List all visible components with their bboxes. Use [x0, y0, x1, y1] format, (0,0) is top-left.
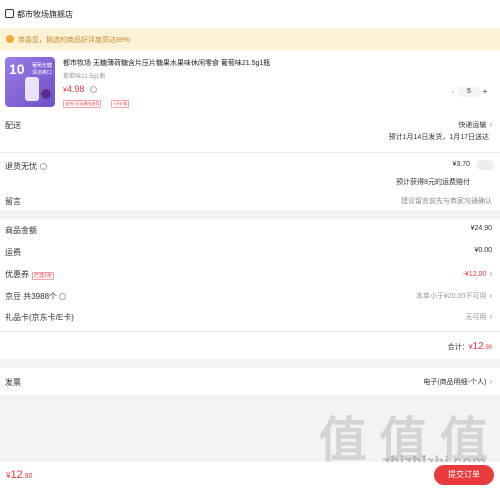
info-icon[interactable]	[59, 293, 67, 301]
product-spec: 葡萄味21.5g1瓶	[63, 74, 106, 80]
smile-icon	[6, 35, 14, 43]
total-row: 合计：¥12.90	[448, 341, 492, 352]
coupon-tag: 已选1张	[32, 272, 54, 280]
return-label: 退货无忧	[5, 161, 47, 172]
submit-order-button[interactable]: 提交订单	[434, 465, 494, 485]
shipping-value: ¥0.00	[474, 247, 492, 254]
total-dec: .90	[483, 345, 492, 351]
message-label: 留言	[5, 197, 21, 206]
total-label: 合计：	[447, 344, 469, 351]
chevron-right-icon: ›	[489, 377, 492, 386]
notice-bar: 恭喜您，挑选的商品好评度高达99%	[0, 28, 500, 50]
qty-minus-button[interactable]: -	[448, 87, 458, 96]
goods-amount-label: 商品金额	[5, 226, 37, 235]
price-value: 4.98	[66, 84, 85, 94]
invoice-label: 发票	[5, 378, 21, 387]
summary-card: 商品金额 ¥24.90 运费 ¥0.00 优惠券 已选1张 -¥12.00 › 京豆…	[0, 219, 500, 359]
footer-price: ¥12.90	[6, 469, 33, 481]
chevron-right-icon: ›	[489, 291, 492, 300]
thumb-line1: 葡萄无糖	[31, 63, 52, 69]
info-icon[interactable]	[40, 163, 47, 171]
store-name[interactable]: 都市牧场旗舰店	[17, 9, 73, 20]
product-card: 10 葡萄无糖 清凉爽口 都市牧场 无糖薄荷糖含片压片糖果水果味休闲零食 葡萄味…	[0, 50, 500, 116]
return-price: ¥3.70	[452, 161, 470, 168]
thumb-badge: 10	[9, 61, 25, 77]
invoice-value[interactable]: 电子(商品明细-个人) ›	[423, 377, 492, 387]
qty-plus-button[interactable]: +	[480, 87, 490, 96]
quantity-stepper: - 5 +	[448, 86, 490, 97]
product-thumbnail[interactable]: 10 葡萄无糖 清凉爽口	[5, 57, 55, 107]
giftcard-value[interactable]: 无可用 ›	[465, 312, 492, 322]
divider	[0, 152, 500, 153]
return-toggle[interactable]	[476, 160, 494, 170]
chevron-right-icon: ›	[489, 269, 492, 278]
info-icon[interactable]	[89, 86, 97, 94]
delivery-card: 配送 快递运输 › 预计1月14日发货，1月17日送达 退货无忧 ¥3.70 预计…	[0, 116, 500, 210]
delivery-schedule: 预计1月14日发货，1月17日送达	[388, 134, 489, 141]
tag-price-protect: 7天价保	[111, 100, 130, 108]
footer-bar: ¥12.90 提交订单	[0, 462, 500, 488]
chevron-right-icon: ›	[489, 312, 492, 321]
store-icon	[5, 9, 14, 18]
delivery-label: 配送	[5, 121, 21, 130]
product-price: ¥4.98	[63, 84, 97, 94]
thumb-line2: 清凉爽口	[31, 70, 52, 76]
coupon-label: 优惠券 已选1张	[5, 270, 54, 280]
qty-input[interactable]: 5	[458, 86, 480, 97]
message-input[interactable]: 建议留言前先与商家沟通确认	[401, 196, 492, 206]
coupon-value[interactable]: -¥12.00 ›	[463, 269, 492, 278]
jingdou-note: 本单小于¥20.00不可用 ›	[415, 291, 492, 300]
tag-return: 支持7天无理由退货	[63, 100, 102, 108]
shipping-label: 运费	[5, 248, 21, 257]
total-int: 12	[472, 341, 484, 352]
product-title[interactable]: 都市牧场 无糖薄荷糖含片压片糖果水果味休闲零食 葡萄味21.5g1瓶	[63, 58, 270, 68]
store-header-card: 都市牧场旗舰店	[0, 0, 500, 28]
jingdou-label: 京豆 共3988个	[5, 291, 67, 302]
return-note: 预计获得8元的运费赔付	[396, 179, 470, 186]
divider	[0, 331, 500, 332]
goods-amount-value: ¥24.90	[470, 225, 492, 232]
candy-bottle-icon	[25, 77, 39, 101]
giftcard-label: 礼品卡(京东卡/E卡)	[5, 313, 74, 322]
invoice-card[interactable]: 发票 电子(商品明细-个人) ›	[0, 368, 500, 395]
notice-text: 恭喜您，挑选的商品好评度高达99%	[18, 37, 131, 44]
chevron-right-icon: ›	[489, 120, 492, 129]
grape-icon	[41, 89, 51, 99]
delivery-method[interactable]: 快递运输 ›	[458, 120, 492, 130]
